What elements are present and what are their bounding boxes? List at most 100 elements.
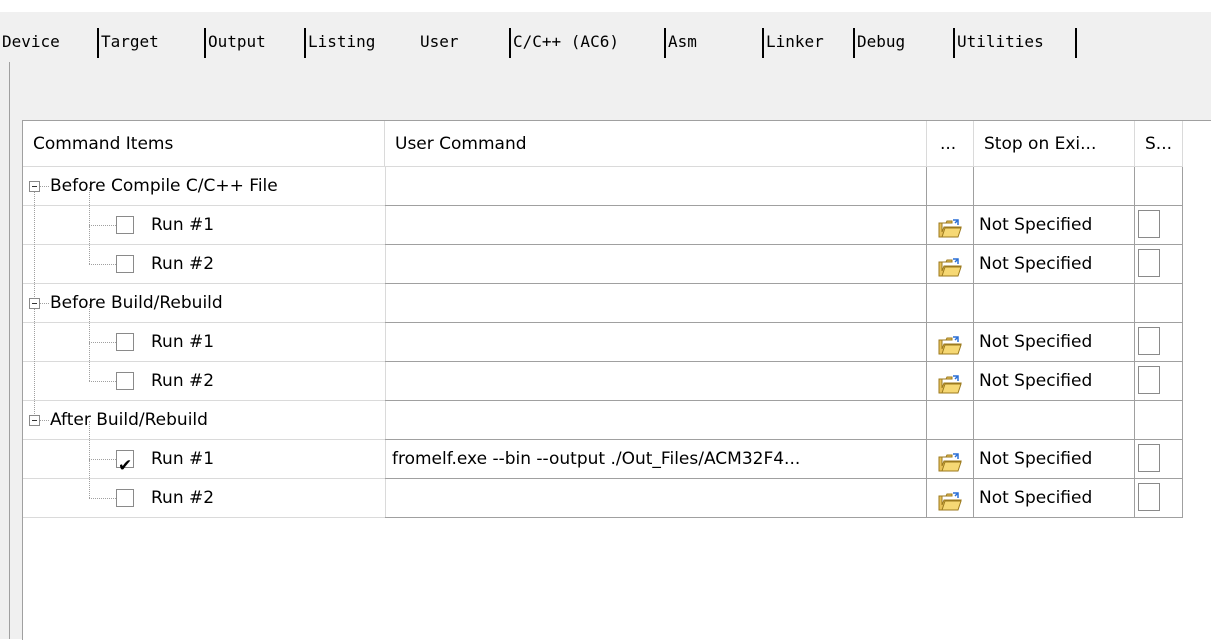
tab-c-cpp-ac6[interactable]: C/C++ (AC6)	[509, 22, 619, 62]
tree-group-row[interactable]: After Build/Rebuild	[23, 401, 386, 440]
tree-group-label: Before Build/Rebuild	[50, 293, 223, 313]
tree-run-row[interactable]: Run #2	[23, 226, 386, 284]
tab-target[interactable]: Target	[97, 22, 159, 62]
stop-checkbox[interactable]	[1138, 210, 1160, 238]
tree-collapse-icon[interactable]	[29, 415, 40, 426]
stop-on-exit-cell[interactable]: Not Specified	[974, 479, 1135, 518]
user-command-cell[interactable]	[385, 401, 927, 440]
header-user-command[interactable]: User Command	[385, 121, 927, 167]
run-label: Run #2	[151, 488, 215, 508]
stop-checkbox[interactable]	[1138, 366, 1160, 394]
options-dialog: Device Target Output Listing User C/C++ …	[0, 0, 1211, 640]
header-command-items[interactable]: Command Items	[23, 121, 385, 167]
stop-on-exit-cell[interactable]: Not Specified	[974, 245, 1135, 284]
browse-cell	[927, 401, 974, 440]
tree-group-row[interactable]: Before Build/Rebuild	[23, 284, 386, 323]
tree-run-row[interactable]: Run #2	[23, 343, 386, 401]
run-label: Run #1	[151, 332, 215, 352]
stop-on-exit-cell[interactable]	[974, 167, 1135, 206]
tree-collapse-icon[interactable]	[29, 298, 40, 309]
s-cell	[1135, 440, 1183, 479]
tree-connector	[89, 460, 90, 498]
tree-group-label: After Build/Rebuild	[50, 410, 208, 430]
tree-run-row[interactable]: Run #1	[23, 187, 386, 245]
stop-on-exit-cell[interactable]	[974, 401, 1135, 440]
header-s[interactable]: S...	[1135, 121, 1183, 167]
stop-checkbox[interactable]	[1138, 483, 1160, 511]
tree-run-row[interactable]: Run #2	[23, 460, 386, 518]
folder-open-icon[interactable]	[938, 488, 962, 511]
user-command-cell[interactable]	[385, 245, 927, 284]
s-cell	[1135, 479, 1183, 518]
stop-on-exit-cell[interactable]: Not Specified	[974, 323, 1135, 362]
dialog-top-strip	[0, 0, 1211, 12]
user-command-cell[interactable]	[385, 479, 927, 518]
s-cell	[1135, 284, 1183, 323]
s-cell	[1135, 323, 1183, 362]
stop-on-exit-cell[interactable]: Not Specified	[974, 206, 1135, 245]
s-cell	[1135, 362, 1183, 401]
run-label: Run #1	[151, 449, 215, 469]
page-border	[9, 62, 10, 639]
tree-connector	[89, 226, 90, 264]
user-command-cell[interactable]	[385, 167, 927, 206]
run-checkbox[interactable]	[116, 447, 134, 485]
tab-user[interactable]: User	[420, 22, 459, 62]
tree-run-row[interactable]: Run #1	[23, 304, 386, 362]
tab-asm[interactable]: Asm	[664, 22, 697, 62]
run-label: Run #2	[151, 254, 215, 274]
tab-linker[interactable]: Linker	[762, 22, 824, 62]
s-cell	[1135, 167, 1183, 206]
tree-connector	[40, 420, 49, 421]
stop-on-exit-cell[interactable]	[974, 284, 1135, 323]
browse-cell	[927, 167, 974, 206]
folder-open-icon[interactable]	[938, 449, 962, 472]
run-label: Run #2	[151, 371, 215, 391]
tree-connector	[89, 342, 116, 343]
tree-connector	[40, 186, 49, 187]
folder-open-icon[interactable]	[938, 254, 962, 277]
tab-output[interactable]: Output	[204, 22, 266, 62]
stop-checkbox[interactable]	[1138, 444, 1160, 472]
run-checkbox[interactable]	[116, 489, 134, 507]
folder-open-icon[interactable]	[938, 332, 962, 355]
tree-connector	[89, 225, 116, 226]
tree-connector	[89, 187, 90, 225]
browse-cell	[927, 362, 974, 401]
user-commands-grid: Command Items User Command ... Stop on E…	[22, 120, 1211, 640]
run-checkbox[interactable]	[116, 333, 134, 351]
folder-open-icon[interactable]	[938, 215, 962, 238]
folder-open-icon[interactable]	[938, 371, 962, 394]
stop-on-exit-cell[interactable]: Not Specified	[974, 362, 1135, 401]
user-command-cell[interactable]: fromelf.exe --bin --output ./Out_Files/A…	[385, 440, 927, 479]
user-command-cell[interactable]	[385, 284, 927, 323]
user-command-cell[interactable]	[385, 323, 927, 362]
user-command-cell[interactable]	[385, 362, 927, 401]
tree-root-connector	[34, 309, 35, 416]
browse-cell	[927, 206, 974, 245]
stop-checkbox[interactable]	[1138, 327, 1160, 355]
tree-group-label: Before Compile C/C++ File	[50, 176, 278, 196]
run-checkbox[interactable]	[116, 255, 134, 273]
tree-group-row[interactable]: Before Compile C/C++ File	[23, 167, 386, 206]
tree-connector	[89, 304, 90, 342]
user-command-cell[interactable]	[385, 206, 927, 245]
tree-collapse-icon[interactable]	[29, 181, 40, 192]
s-cell	[1135, 401, 1183, 440]
tab-listing[interactable]: Listing	[304, 22, 375, 62]
header-stop-on-exit[interactable]: Stop on Exi...	[974, 121, 1135, 167]
run-checkbox[interactable]	[116, 216, 134, 234]
tab-device[interactable]: Device	[2, 22, 60, 62]
tree-connector	[89, 381, 116, 382]
browse-cell	[927, 479, 974, 518]
stop-on-exit-cell[interactable]: Not Specified	[974, 440, 1135, 479]
run-checkbox[interactable]	[116, 372, 134, 390]
browse-cell	[927, 284, 974, 323]
tree-connector	[40, 303, 49, 304]
tab-utilities[interactable]: Utilities	[953, 22, 1077, 62]
tree-run-row[interactable]: Run #1	[23, 421, 386, 485]
browse-cell	[927, 440, 974, 479]
header-browse[interactable]: ...	[927, 121, 974, 167]
tab-debug[interactable]: Debug	[853, 22, 905, 62]
stop-checkbox[interactable]	[1138, 249, 1160, 277]
